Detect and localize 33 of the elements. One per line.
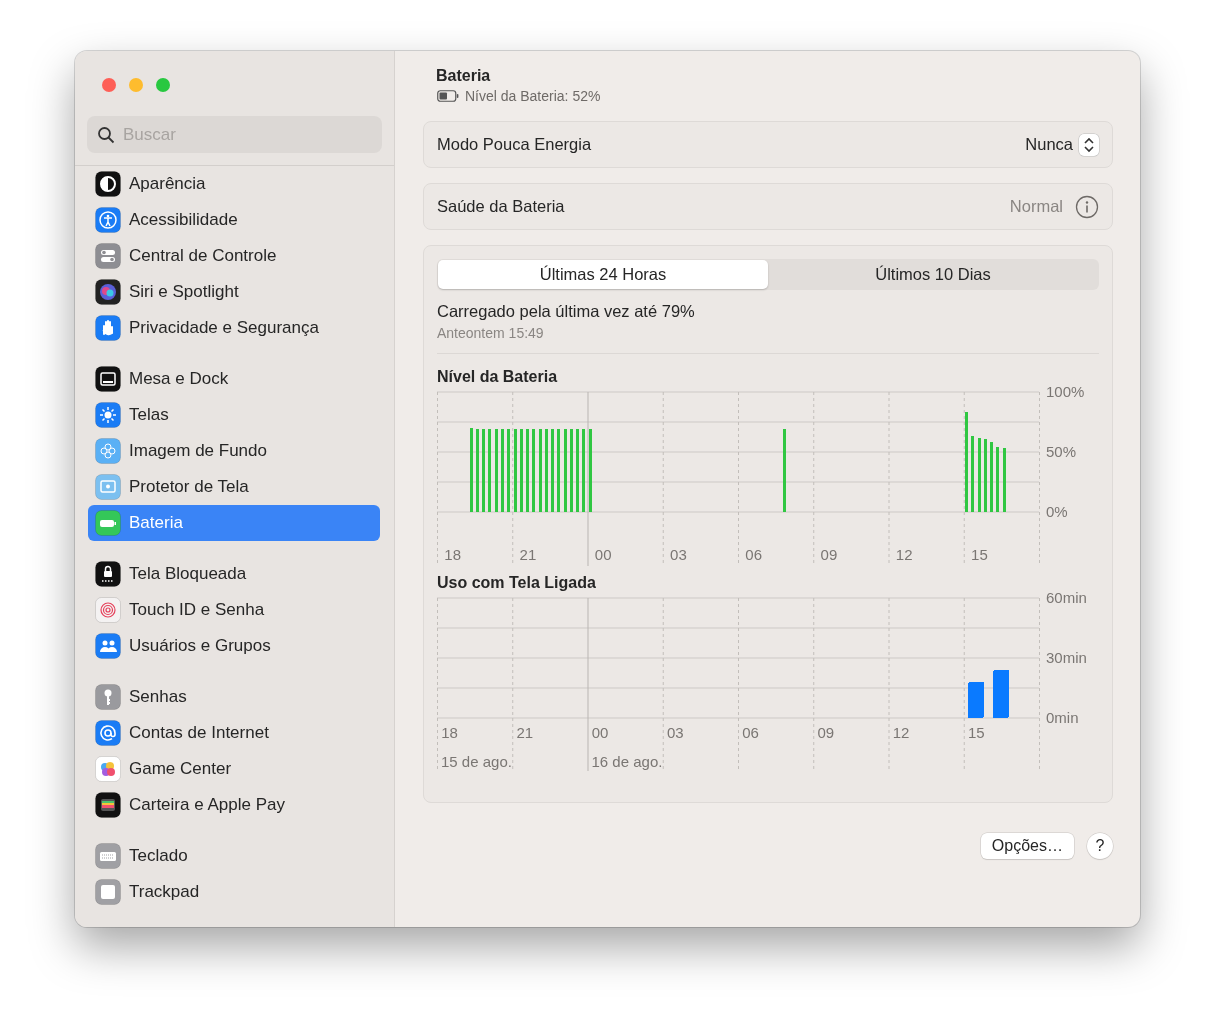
last-charge-text: Carregado pela última vez até 79% (437, 302, 696, 321)
setting-label: Modo Pouca Energia (437, 135, 593, 154)
setting-value: Normal (1009, 197, 1063, 216)
axis-label: 09 (817, 724, 835, 741)
axis-label: 21 (519, 546, 537, 563)
axis-label: 21 (516, 724, 534, 741)
axis-label: 50% (1046, 443, 1077, 460)
axis-label: 18 (444, 546, 461, 563)
axis-label: 0% (1046, 503, 1068, 520)
page-title: Bateria (436, 67, 492, 85)
chart-title: Uso com Tela Ligada (437, 574, 597, 592)
axis-label: 09 (820, 546, 838, 563)
axis-label: 00 (594, 546, 612, 563)
axis-label: 15 (967, 724, 985, 741)
axis-label: 30min (1046, 649, 1087, 666)
chart-title: Nível da Bateria (437, 368, 559, 386)
date-label: 15 de ago. (441, 753, 512, 770)
axis-label: 03 (670, 546, 687, 563)
axis-label: 0min (1046, 709, 1079, 726)
battery-level-text: Nível da Bateria: 52% (465, 88, 601, 104)
axis-label: 12 (895, 546, 913, 563)
axis-label: 12 (892, 724, 910, 741)
axis-label: 06 (742, 724, 759, 741)
axis-label: 15 (971, 546, 988, 563)
setting-label: Saúde da Bateria (437, 197, 566, 216)
axis-label: 00 (591, 724, 609, 741)
date-label: 16 de ago. (591, 753, 663, 770)
last-charge-time: Anteontem 15:49 (437, 325, 545, 341)
axis-label: 06 (745, 546, 762, 563)
axis-label: 100% (1046, 383, 1085, 400)
axis-label: 60min (1046, 589, 1087, 606)
axis-label: 18 (441, 724, 458, 741)
axis-label: 03 (666, 724, 684, 741)
